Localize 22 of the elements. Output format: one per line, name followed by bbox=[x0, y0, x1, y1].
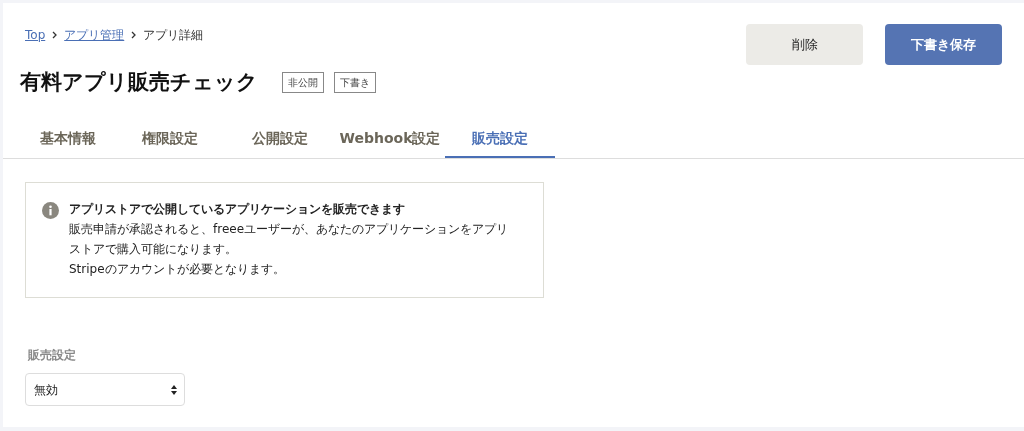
info-icon bbox=[42, 202, 59, 220]
select-field[interactable]: 無効 bbox=[25, 373, 185, 407]
status-tag: 非公開 bbox=[282, 72, 324, 94]
tab[interactable]: 販売設定 bbox=[445, 122, 555, 159]
chevron-icon bbox=[52, 31, 58, 39]
info-heading: アプリストアで公開しているアプリケーションを販売できます bbox=[69, 201, 406, 219]
info-text: 販売申請が承認されると、freeeユーザーが、あなたのアプリケーションをアプリストアで購入可能になります。 bbox=[69, 221, 510, 258]
breadcrumb-current: アプリ詳細 bbox=[143, 27, 204, 44]
info-text: Stripeのアカウントが必要となります。 bbox=[69, 260, 286, 278]
tab[interactable]: 公開設定 bbox=[225, 122, 335, 159]
field-label: 販売設定 bbox=[28, 347, 77, 365]
page-title: 有料アプリ販売チェック bbox=[20, 70, 258, 96]
status-tag: 下書き bbox=[334, 72, 376, 94]
tab[interactable]: Webhook設定 bbox=[335, 122, 445, 159]
tab[interactable]: 基本情報 bbox=[21, 122, 115, 159]
breadcrumb-link[interactable]: アプリ管理 bbox=[64, 26, 125, 44]
tab[interactable]: 権限設定 bbox=[115, 122, 225, 159]
chevron-icon bbox=[131, 31, 137, 39]
breadcrumb-link[interactable]: Top bbox=[25, 26, 46, 44]
sort-arrows-icon bbox=[171, 384, 177, 395]
delete-button[interactable]: 削除 bbox=[746, 24, 863, 65]
save-draft-button[interactable]: 下書き保存 bbox=[885, 24, 1002, 65]
